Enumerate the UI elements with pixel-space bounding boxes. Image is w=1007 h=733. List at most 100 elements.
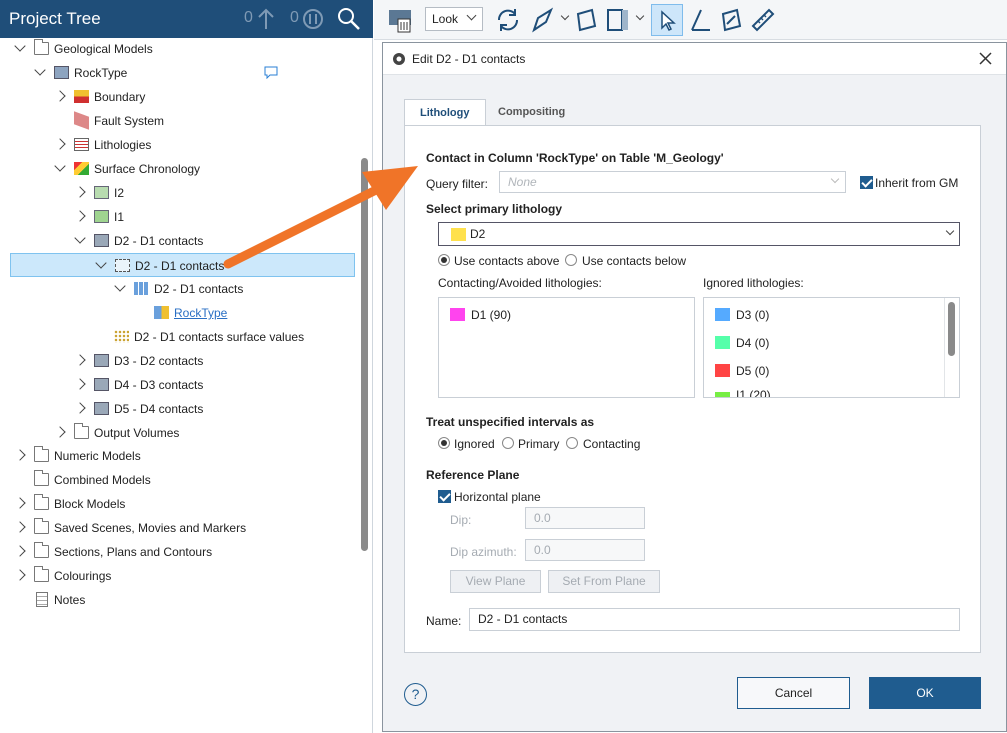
close-icon[interactable] xyxy=(979,52,992,65)
ignored-radio[interactable] xyxy=(438,437,450,449)
tree-item-colourings[interactable]: Colourings xyxy=(0,564,355,588)
tree-item-geological-models[interactable]: Geological Models xyxy=(0,37,355,61)
chevron-right-icon[interactable] xyxy=(74,402,86,414)
tab-lithology[interactable]: Lithology xyxy=(404,99,486,127)
chevron-down-icon[interactable] xyxy=(14,40,26,52)
list-item-label: D3 (0) xyxy=(736,308,770,322)
dip-azimuth-input[interactable]: 0.0 xyxy=(525,539,645,561)
chevron-down-icon[interactable] xyxy=(635,11,645,21)
tree-item-i1[interactable]: I1 xyxy=(0,205,355,229)
ignored-list-scrollbar[interactable] xyxy=(944,298,959,397)
tree-item-d5-d4-contacts[interactable]: D5 - D4 contacts xyxy=(0,397,355,421)
tree-item-combined-models[interactable]: Combined Models xyxy=(0,468,355,492)
chevron-down-icon[interactable] xyxy=(74,232,86,244)
tree-item-label: D2 - D1 contacts surface values xyxy=(134,330,305,344)
chevron-right-icon[interactable] xyxy=(54,138,66,150)
tree-item-d2-d1-contacts[interactable]: D2 - D1 contacts xyxy=(0,229,355,253)
chevron-right-icon[interactable] xyxy=(14,569,26,581)
slice-icon[interactable] xyxy=(605,6,633,34)
tree-item-sections[interactable]: Sections, Plans and Contours xyxy=(0,540,355,564)
cancel-button[interactable]: Cancel xyxy=(737,677,850,709)
comment-icon[interactable] xyxy=(264,66,278,79)
lithology-swatch xyxy=(450,308,465,321)
tree-item-surface-values[interactable]: D2 - D1 contacts surface values xyxy=(0,325,355,349)
chevron-right-icon[interactable] xyxy=(54,90,66,102)
query-filter-dropdown[interactable]: None xyxy=(499,171,846,193)
chevron-right-icon[interactable] xyxy=(14,497,26,509)
chevron-down-icon[interactable] xyxy=(95,257,107,269)
ignored-list[interactable]: D3 (0) D4 (0) D5 (0) I1 (20) xyxy=(703,297,960,398)
list-item[interactable]: D5 (0) xyxy=(715,362,915,380)
tree-item-i2[interactable]: I2 xyxy=(0,181,355,205)
tree-scrollbar-thumb[interactable] xyxy=(361,158,368,551)
polygon-icon[interactable] xyxy=(572,6,600,34)
help-button[interactable]: ? xyxy=(404,683,427,706)
chevron-right-icon[interactable] xyxy=(74,210,86,222)
edit-polyline-icon[interactable] xyxy=(717,6,745,34)
rotate-icon[interactable] xyxy=(494,6,522,34)
draw-line-icon[interactable] xyxy=(529,6,557,34)
name-input[interactable]: D2 - D1 contacts xyxy=(469,608,960,631)
tree-item-label: D5 - D4 contacts xyxy=(114,402,204,416)
chevron-right-icon[interactable] xyxy=(54,426,66,438)
intrusion-icon xyxy=(94,210,109,223)
tree-item-d2-d1-contacts-selected[interactable]: D2 - D1 contacts xyxy=(10,253,355,277)
dip-input[interactable]: 0.0 xyxy=(525,507,645,529)
geological-model-icon xyxy=(54,66,69,79)
search-icon[interactable] xyxy=(337,7,361,31)
list-item[interactable]: D1 (90) xyxy=(450,306,650,324)
select-tool-button[interactable] xyxy=(651,4,683,36)
tree-item-numeric-models[interactable]: Numeric Models xyxy=(0,444,355,468)
use-contacts-above-radio[interactable] xyxy=(438,254,450,266)
chevron-down-icon[interactable] xyxy=(114,280,126,292)
tree-item-surface-chronology[interactable]: Surface Chronology xyxy=(0,157,355,181)
look-dropdown[interactable]: Look xyxy=(425,7,483,31)
pause-icon[interactable] xyxy=(302,8,324,30)
tree-item-saved-scenes[interactable]: Saved Scenes, Movies and Markers xyxy=(0,516,355,540)
tree-item-d3-d2-contacts[interactable]: D3 - D2 contacts xyxy=(0,349,355,373)
chevron-right-icon[interactable] xyxy=(14,449,26,461)
lithology-panel: Contact in Column 'RockType' on Table 'M… xyxy=(404,125,981,653)
ok-button[interactable]: OK xyxy=(869,677,981,709)
list-item[interactable]: I1 (20) xyxy=(715,388,915,397)
chevron-right-icon[interactable] xyxy=(74,354,86,366)
chevron-right-icon[interactable] xyxy=(14,545,26,557)
set-from-plane-button[interactable]: Set From Plane xyxy=(548,570,660,593)
horizontal-plane-checkbox[interactable] xyxy=(438,490,451,503)
primary-lithology-dropdown[interactable]: D2 xyxy=(438,222,960,246)
tree-item-lithologies[interactable]: Lithologies xyxy=(0,133,355,157)
tree-item-block-models[interactable]: Block Models xyxy=(0,492,355,516)
delete-scene-icon[interactable] xyxy=(386,6,414,34)
chevron-down-icon[interactable] xyxy=(34,64,46,76)
tree-item-rocktype-link[interactable]: RockType xyxy=(0,301,355,325)
chevron-down-icon[interactable] xyxy=(54,160,66,172)
chevron-right-icon[interactable] xyxy=(74,186,86,198)
tree-item-label[interactable]: RockType xyxy=(174,301,227,325)
use-contacts-below-radio[interactable] xyxy=(565,254,577,266)
tree-item-boundary[interactable]: Boundary xyxy=(0,85,355,109)
chevron-down-icon[interactable] xyxy=(560,11,570,21)
scrollbar-thumb[interactable] xyxy=(948,302,955,356)
tree-item-output-volumes[interactable]: Output Volumes xyxy=(0,421,355,445)
tree-item-d4-d3-contacts[interactable]: D4 - D3 contacts xyxy=(0,373,355,397)
tree-item-notes[interactable]: Notes xyxy=(0,588,355,612)
ruler-icon[interactable] xyxy=(749,6,777,34)
tree-item-fault-system[interactable]: Fault System xyxy=(0,109,355,133)
inherit-checkbox[interactable] xyxy=(860,176,873,189)
tab-compositing[interactable]: Compositing xyxy=(483,99,580,126)
list-item[interactable]: D3 (0) xyxy=(715,306,915,324)
tree-item-label: D2 - D1 contacts xyxy=(135,259,225,273)
view-plane-button[interactable]: View Plane xyxy=(450,570,541,593)
chevron-right-icon[interactable] xyxy=(14,521,26,533)
measure-plane-icon[interactable] xyxy=(687,6,715,34)
contact-surface-icon xyxy=(94,402,109,415)
primary-radio[interactable] xyxy=(502,437,514,449)
list-item[interactable]: D4 (0) xyxy=(715,334,915,352)
tree-item-d2-d1-contacts-data[interactable]: D2 - D1 contacts xyxy=(0,277,355,301)
contacting-radio[interactable] xyxy=(566,437,578,449)
contacting-list[interactable]: D1 (90) xyxy=(438,297,695,398)
chevron-right-icon[interactable] xyxy=(74,378,86,390)
use-contacts-above-label: Use contacts above xyxy=(454,254,560,268)
tree-item-rocktype[interactable]: RockType xyxy=(0,61,355,85)
upload-arrow-icon[interactable] xyxy=(257,8,275,30)
